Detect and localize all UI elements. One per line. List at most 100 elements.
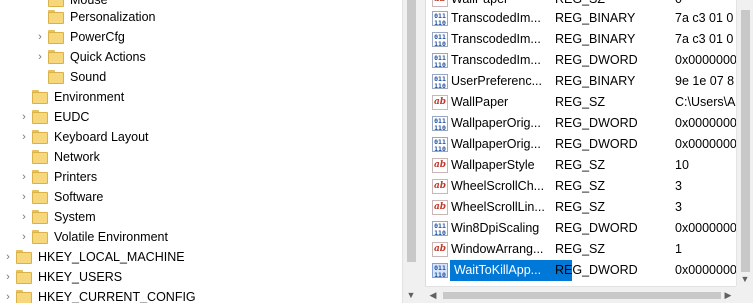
value-type: REG_DWORD xyxy=(555,116,638,130)
value-row[interactable]: 011 110 Win8DpiScaling REG_DWORD 0x0000000 xyxy=(426,218,737,239)
tree-item[interactable]: Environment xyxy=(0,87,400,107)
value-row[interactable]: ab WallPaper REG_SZ C:\Users\A xyxy=(426,92,737,113)
chevron-right-icon[interactable]: › xyxy=(34,47,46,67)
chevron-right-icon[interactable]: › xyxy=(34,27,46,47)
chevron-right-icon[interactable]: › xyxy=(18,227,30,247)
tree-item-label: HKEY_CURRENT_CONFIG xyxy=(38,290,196,303)
reg-binary-icon: 011 110 xyxy=(432,32,448,47)
tree-item[interactable]: › PowerCfg xyxy=(0,27,400,47)
scrollbar-corner xyxy=(736,286,753,303)
chevron-right-icon[interactable]: › xyxy=(2,267,14,287)
values-vertical-scrollbar[interactable]: ▼ xyxy=(736,0,753,286)
tree-item[interactable]: Network xyxy=(0,147,400,167)
tree-item-label: Keyboard Layout xyxy=(54,130,149,144)
value-row[interactable]: ab WheelScrollLin... REG_SZ 3 xyxy=(426,197,737,218)
tree-item[interactable]: › Software xyxy=(0,187,400,207)
reg-sz-icon: ab xyxy=(432,158,448,173)
value-data: 0x0000000 xyxy=(675,221,737,235)
tree-item-label: Volatile Environment xyxy=(54,230,168,244)
tree-item[interactable]: › Keyboard Layout xyxy=(0,127,400,147)
folder-icon xyxy=(16,250,32,264)
folder-icon xyxy=(32,230,48,244)
value-type: REG_SZ xyxy=(555,179,606,193)
value-row[interactable]: 011 110 UserPreferenc... REG_BINARY 9e 1e 07… xyxy=(426,71,737,92)
value-row[interactable]: 011 110 WallpaperOrig... REG_DWORD 0x0000000 xyxy=(426,134,737,155)
value-data: 7a c3 01 0 xyxy=(675,32,734,46)
registry-values-list: abWallPaperREG_SZ0011110TranscodedIm...R… xyxy=(425,0,737,286)
value-data: 1 xyxy=(675,242,682,256)
value-type: REG_BINARY xyxy=(555,32,636,46)
values-hscroll-thumb[interactable] xyxy=(443,292,721,299)
value-data: 3 xyxy=(675,200,682,214)
tree-item-label: Environment xyxy=(54,90,125,104)
value-row[interactable]: 011 110 WallpaperOrig... REG_DWORD 0x0000000 xyxy=(426,113,737,134)
chevron-right-icon[interactable]: › xyxy=(2,287,14,303)
value-row[interactable]: 011 110 TranscodedIm... REG_BINARY 7a c3 01 … xyxy=(426,29,737,50)
folder-icon xyxy=(32,110,48,124)
values-scrollbar-thumb[interactable] xyxy=(741,10,750,272)
scroll-down-arrow-icon[interactable]: ▼ xyxy=(403,287,419,303)
tree-item[interactable]: › Printers xyxy=(0,167,400,187)
tree-vertical-scrollbar[interactable]: ▼ xyxy=(402,0,419,303)
scroll-left-arrow-icon[interactable]: ◀ xyxy=(425,287,441,303)
value-type: REG_SZ xyxy=(555,158,606,172)
value-data: 0x0000000 xyxy=(675,263,737,277)
tree-item[interactable]: Personalization xyxy=(0,7,400,27)
value-type: REG_SZ xyxy=(555,200,606,214)
value-data: 9e 1e 07 8 xyxy=(675,74,735,88)
tree-item[interactable]: › Quick Actions xyxy=(0,47,400,67)
folder-icon xyxy=(32,90,48,104)
value-data: 7a c3 01 0 xyxy=(675,11,734,25)
value-row[interactable]: ab WheelScrollCh... REG_SZ 3 xyxy=(426,176,737,197)
tree-item[interactable]: › HKEY_CURRENT_CONFIG xyxy=(0,287,400,303)
tree-item-label: Printers xyxy=(54,170,98,184)
tree-item[interactable]: › EUDC xyxy=(0,107,400,127)
value-data: 0x0000000 xyxy=(675,116,737,130)
folder-icon xyxy=(32,190,48,204)
tree-item[interactable]: › HKEY_LOCAL_MACHINE xyxy=(0,247,400,267)
reg-sz-icon: ab xyxy=(432,200,448,215)
value-row[interactable]: ab WindowArrang... REG_SZ 1 xyxy=(426,239,737,260)
reg-binary-icon: 011 110 xyxy=(432,116,448,131)
registry-tree: Mouse Personalization › PowerCfg › Quick Acti… xyxy=(0,0,402,303)
reg-sz-icon: ab xyxy=(432,179,448,194)
reg-binary-icon: 011 110 xyxy=(432,137,448,152)
tree-item[interactable]: › System xyxy=(0,207,400,227)
chevron-right-icon[interactable]: › xyxy=(18,207,30,227)
tree-item-label: Personalization xyxy=(70,10,156,24)
tree-item[interactable]: Sound xyxy=(0,67,400,87)
folder-icon xyxy=(48,10,64,24)
tree-item[interactable]: › HKEY_USERS xyxy=(0,267,400,287)
reg-binary-icon: 011 110 xyxy=(432,11,448,26)
chevron-right-icon[interactable]: › xyxy=(2,247,14,267)
value-row[interactable]: 011 110 WaitToKillApp... REG_DWORD 0x0000000 xyxy=(426,260,737,281)
tree-item-label: Software xyxy=(54,190,104,204)
value-type: REG_BINARY xyxy=(555,74,636,88)
tree-scrollbar-thumb[interactable] xyxy=(407,0,416,262)
value-type: REG_SZ xyxy=(555,242,606,256)
folder-icon xyxy=(48,0,64,7)
value-row[interactable]: ab WallpaperStyle REG_SZ 10 xyxy=(426,155,737,176)
tree-item-label: Sound xyxy=(70,70,107,84)
chevron-right-icon[interactable]: › xyxy=(18,167,30,187)
value-data: C:\Users\A xyxy=(675,95,736,109)
chevron-right-icon[interactable]: › xyxy=(18,187,30,207)
tree-item-label: HKEY_LOCAL_MACHINE xyxy=(38,250,185,264)
tree-item-label: Quick Actions xyxy=(70,50,146,64)
value-row[interactable]: 011 110 TranscodedIm... REG_BINARY 7a c3 01 … xyxy=(426,8,737,29)
scroll-right-arrow-icon[interactable]: ▶ xyxy=(720,287,736,303)
value-type: REG_DWORD xyxy=(555,53,638,67)
scroll-down-arrow-icon[interactable]: ▼ xyxy=(737,272,753,286)
folder-icon xyxy=(16,290,32,303)
value-row[interactable]: 011 110 TranscodedIm... REG_DWORD 0x0000000 xyxy=(426,50,737,71)
folder-icon xyxy=(32,210,48,224)
reg-binary-icon: 011 110 xyxy=(432,74,448,89)
tree-item-label: EUDC xyxy=(54,110,90,124)
chevron-right-icon[interactable]: › xyxy=(18,107,30,127)
values-horizontal-scrollbar[interactable]: ◀ ▶ xyxy=(425,286,736,303)
value-type: REG_DWORD xyxy=(555,263,638,277)
tree-item[interactable]: › Volatile Environment xyxy=(0,227,400,247)
value-name: WaitToKillApp... xyxy=(450,260,572,281)
value-data: 0x0000000 xyxy=(675,137,737,151)
chevron-right-icon[interactable]: › xyxy=(18,127,30,147)
